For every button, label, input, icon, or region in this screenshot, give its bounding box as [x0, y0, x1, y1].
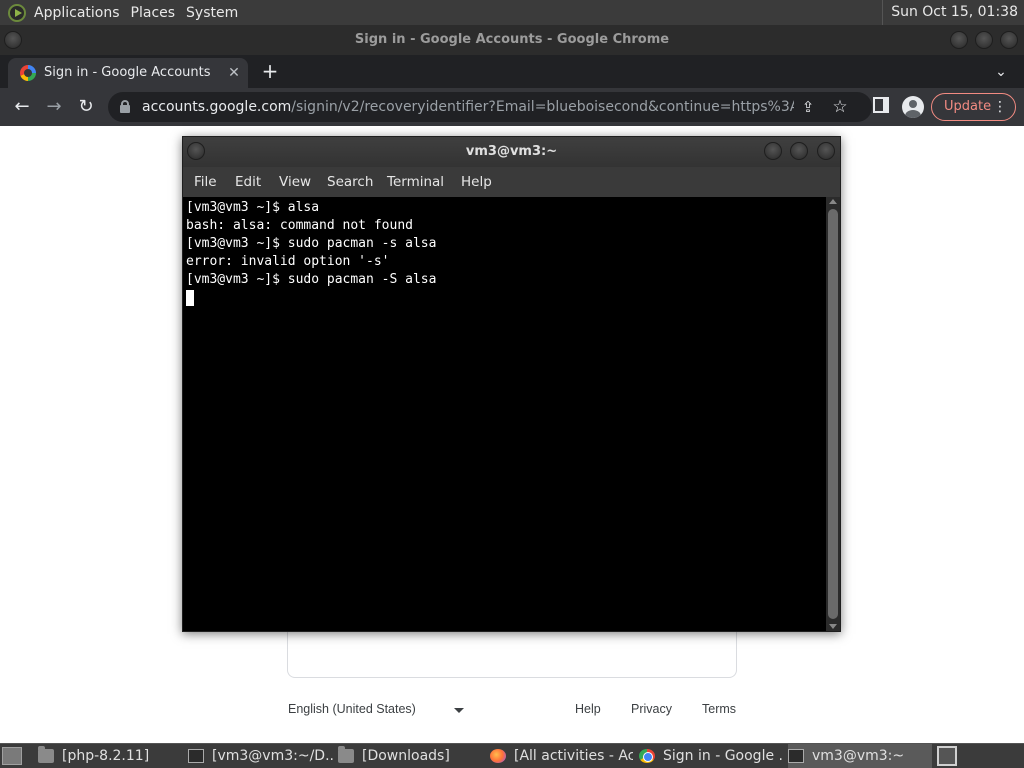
profile-avatar-icon[interactable]: [902, 96, 924, 118]
chrome-window-title: Sign in - Google Accounts - Google Chrom…: [354, 32, 670, 47]
url-text[interactable]: accounts.google.com/signin/v2/recoveryid…: [142, 92, 794, 122]
task-label: [vm3@vm3:~/D...: [212, 748, 333, 764]
scrollbar-thumb[interactable]: [828, 209, 838, 619]
terminal-menu-terminal[interactable]: Terminal: [387, 167, 444, 197]
task-label: vm3@vm3:~: [812, 748, 905, 764]
task-terminal-active[interactable]: vm3@vm3:~: [788, 744, 932, 768]
address-bar[interactable]: accounts.google.com/signin/v2/recoveryid…: [108, 92, 872, 122]
panel-menu: Applications Places System: [0, 0, 249, 25]
language-dropdown-icon[interactable]: [454, 708, 464, 713]
url-host: accounts.google.com: [142, 99, 292, 115]
share-icon[interactable]: ⇪: [798, 97, 818, 117]
new-tab-button[interactable]: +: [258, 59, 282, 83]
terminal-line: [vm3@vm3 ~]$ sudo pacman -S alsa: [186, 272, 437, 287]
tab-sign-in[interactable]: Sign in - Google Accounts ✕: [8, 58, 248, 88]
terminal-window[interactable]: vm3@vm3:~ File Edit View Search Terminal…: [182, 136, 841, 632]
terminal-menu-help[interactable]: Help: [461, 167, 492, 197]
update-label: Update: [944, 99, 992, 114]
panel-clock[interactable]: Sun Oct 15, 01:38: [882, 0, 1024, 25]
maximize-button[interactable]: [975, 31, 993, 49]
terminal-icon: [788, 749, 804, 763]
url-path: /signin/v2/recoveryidentifier?Email=blue…: [291, 99, 794, 115]
bookmark-star-icon[interactable]: ☆: [830, 97, 850, 117]
task-label: [Downloads]: [362, 748, 450, 764]
top-panel: Applications Places System Sun Oct 15, 0…: [0, 0, 1024, 25]
menu-applications[interactable]: Applications: [34, 5, 127, 21]
tab-title: Sign in - Google Accounts: [44, 65, 211, 80]
task-label: [All activities - Ac...: [514, 748, 633, 764]
minimize-button[interactable]: [950, 31, 968, 49]
folder-icon: [338, 746, 354, 763]
terminal-minimize-button[interactable]: [764, 142, 782, 160]
terminal-menu-search[interactable]: Search: [327, 167, 373, 197]
close-window-button[interactable]: [1000, 31, 1018, 49]
task-label: Sign in - Google ...: [663, 748, 783, 764]
firefox-icon: [490, 749, 506, 763]
distro-logo-icon[interactable]: [8, 3, 26, 22]
chrome-tabbar: Sign in - Google Accounts ✕ + ⌄: [0, 55, 1024, 88]
menu-system[interactable]: System: [186, 5, 245, 21]
language-selector[interactable]: English (United States): [288, 702, 416, 716]
show-desktop-icon[interactable]: [2, 747, 22, 765]
google-favicon-icon: [20, 65, 36, 81]
menu-places[interactable]: Places: [131, 5, 183, 21]
task-downloads[interactable]: [Downloads]: [338, 744, 483, 768]
scroll-down-icon[interactable]: [829, 624, 837, 629]
lock-icon[interactable]: [120, 100, 130, 113]
terminal-close-button[interactable]: [817, 142, 835, 160]
chrome-toolbar: ← → ↻ accounts.google.com/signin/v2/reco…: [0, 88, 1024, 126]
tab-search-chevron-icon[interactable]: ⌄: [990, 61, 1012, 83]
reload-button[interactable]: ↻: [72, 93, 100, 121]
terminal-line: [vm3@vm3 ~]$ alsa: [186, 200, 320, 215]
footer-privacy-link[interactable]: Privacy: [631, 702, 672, 716]
back-button[interactable]: ←: [8, 93, 36, 121]
terminal-cursor-line: [186, 289, 826, 307]
task-chrome[interactable]: Sign in - Google ...: [639, 744, 783, 768]
terminal-menubar: File Edit View Search Terminal Help: [183, 167, 840, 197]
task-label: [php-8.2.11]: [62, 748, 150, 764]
terminal-maximize-button[interactable]: [790, 142, 808, 160]
terminal-line: bash: alsa: command not found: [186, 218, 413, 233]
side-panel-icon[interactable]: [873, 97, 889, 113]
footer-help-link[interactable]: Help: [575, 702, 601, 716]
update-button[interactable]: Update ⋮: [931, 93, 1016, 121]
task-firefox[interactable]: [All activities - Ac...: [490, 744, 633, 768]
scroll-up-icon[interactable]: [829, 199, 837, 204]
workspace-switcher-icon[interactable]: [937, 746, 957, 766]
terminal-icon: [188, 749, 204, 763]
terminal-scrollbar[interactable]: [826, 197, 840, 631]
task-php[interactable]: [php-8.2.11]: [38, 744, 183, 768]
page-footer: English (United States) Help Privacy Ter…: [288, 702, 748, 722]
terminal-line: [vm3@vm3 ~]$ sudo pacman -s alsa: [186, 236, 437, 251]
forward-button[interactable]: →: [40, 93, 68, 121]
taskbar: [php-8.2.11] [vm3@vm3:~/D... [Downloads]…: [0, 743, 1024, 768]
footer-terms-link[interactable]: Terms: [702, 702, 736, 716]
text-cursor: [186, 289, 194, 306]
folder-icon: [38, 746, 54, 763]
terminal-line: error: invalid option '-s': [186, 254, 390, 269]
task-terminal-downloads[interactable]: [vm3@vm3:~/D...: [188, 744, 333, 768]
terminal-menu-edit[interactable]: Edit: [235, 167, 261, 197]
chrome-titlebar: Sign in - Google Accounts - Google Chrom…: [0, 25, 1024, 55]
terminal-menu-file[interactable]: File: [194, 167, 217, 197]
terminal-screen[interactable]: [vm3@vm3 ~]$ alsa bash: alsa: command no…: [183, 197, 826, 631]
terminal-titlebar[interactable]: vm3@vm3:~: [183, 137, 840, 167]
chrome-menu-icon[interactable]: ⋮: [993, 94, 1007, 120]
terminal-menu-view[interactable]: View: [279, 167, 311, 197]
terminal-title: vm3@vm3:~: [465, 144, 558, 159]
chrome-icon: [639, 749, 655, 763]
tab-close-icon[interactable]: ✕: [224, 63, 244, 83]
